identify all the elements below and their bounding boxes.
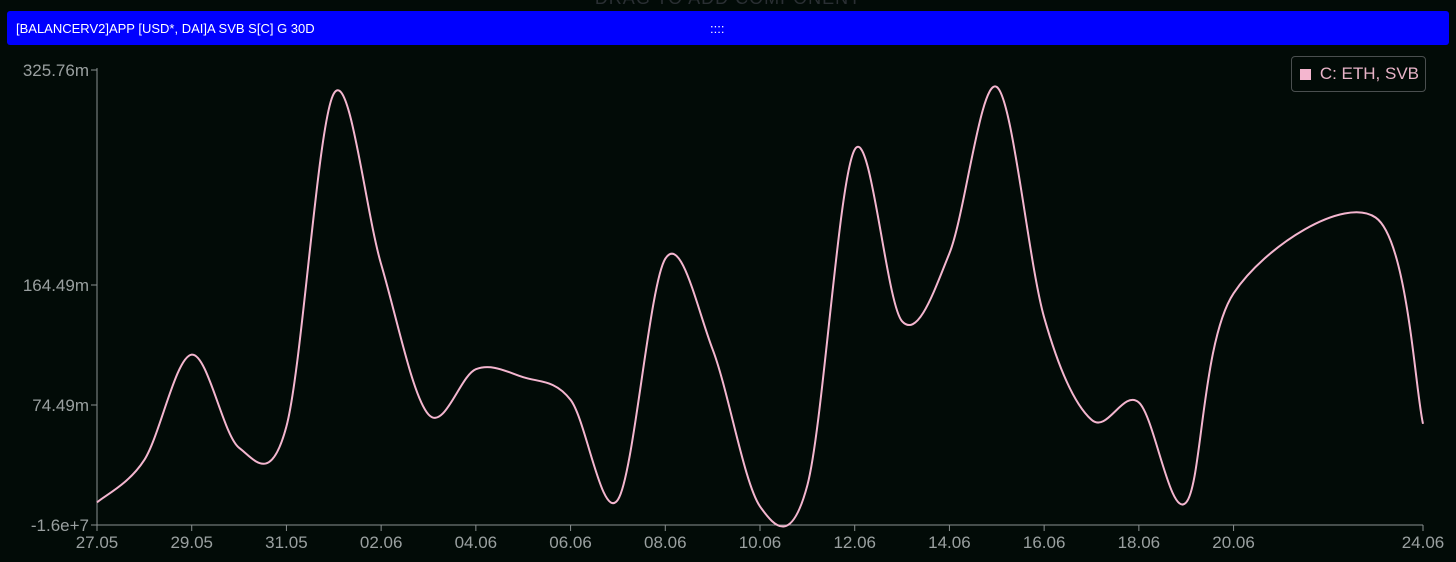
x-tick-label: 06.06 xyxy=(549,533,592,552)
x-tick-label: 18.06 xyxy=(1118,533,1161,552)
y-tick-label: 164.49m xyxy=(23,276,89,295)
legend-swatch xyxy=(1299,68,1311,80)
series-line-eth-svb xyxy=(96,85,1424,528)
x-tick-label: 31.05 xyxy=(265,533,308,552)
legend[interactable]: C: ETH, SVB xyxy=(1290,56,1426,92)
x-tick-label: 29.05 xyxy=(170,533,213,552)
x-tick-label: 12.06 xyxy=(833,533,876,552)
line-chart: 325.76m164.49m74.49m-1.6e+727.05 29.05 31.… xyxy=(23,61,1445,552)
x-tick-label: 20.06 xyxy=(1212,533,1255,552)
y-tick-label: 325.76m xyxy=(23,61,89,80)
x-tick-label: 08.06 xyxy=(644,533,687,552)
x-tick-label: 10.06 xyxy=(739,533,782,552)
chart-panel: DRAG TO ADD COMPONENT [BALANCERV2]APP [U… xyxy=(0,0,1456,562)
y-tick-label: 74.49m xyxy=(32,396,89,415)
x-tick-label: 14.06 xyxy=(928,533,971,552)
x-tick-label: 24.06 xyxy=(1402,533,1445,552)
x-tick-label: 27.05 xyxy=(76,533,119,552)
x-tick-label: 16.06 xyxy=(1023,533,1066,552)
x-tick-label: 04.06 xyxy=(455,533,498,552)
x-tick-label: 02.06 xyxy=(360,533,403,552)
legend-label: C: ETH, SVB xyxy=(1319,64,1419,83)
